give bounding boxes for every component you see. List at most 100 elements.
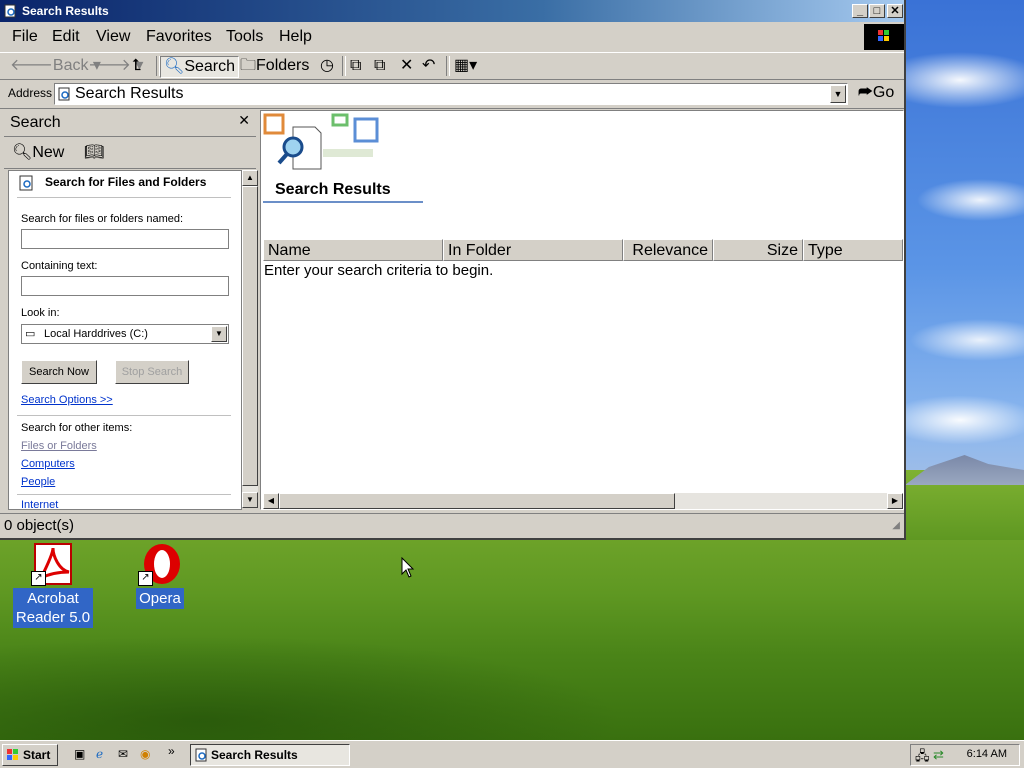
maximize-button[interactable]: □ bbox=[869, 4, 885, 18]
search-pane-toolbar: 🔍︎New 📖︎ bbox=[4, 138, 256, 169]
views-button[interactable]: ▦▾ bbox=[454, 56, 477, 76]
search-files-icon bbox=[19, 175, 33, 191]
clock[interactable]: 6:14 AM bbox=[967, 748, 1007, 760]
horizontal-scroll-thumb[interactable] bbox=[279, 493, 675, 509]
search-button[interactable]: 🔍︎Search bbox=[160, 56, 240, 78]
scroll-right-icon[interactable]: ▶ bbox=[887, 493, 903, 509]
resize-grip-icon[interactable]: ◢ bbox=[892, 520, 900, 531]
new-search-icon: 🔍︎ bbox=[12, 144, 33, 161]
look-in-select[interactable]: ▭ Local Harddrives (C:) ▼ bbox=[21, 324, 229, 344]
search-options-link[interactable]: Search Options >> bbox=[21, 394, 113, 406]
divider bbox=[17, 494, 231, 495]
search-pane-header: Search ✕ bbox=[4, 110, 256, 137]
address-input[interactable]: Search Results ▼ bbox=[54, 83, 848, 105]
menu-edit[interactable]: Edit bbox=[52, 28, 80, 46]
history-button[interactable]: ◷ bbox=[320, 56, 334, 76]
new-search-button[interactable]: 🔍︎New bbox=[12, 142, 64, 162]
stop-search-button[interactable]: Stop Search bbox=[115, 360, 189, 384]
network-icon[interactable]: 🖧 bbox=[915, 747, 930, 769]
minimize-button[interactable]: _ bbox=[852, 4, 868, 18]
search-window-icon bbox=[4, 4, 16, 18]
search-pane-title: Search bbox=[10, 114, 61, 131]
quick-launch-more-icon[interactable]: » bbox=[168, 744, 184, 760]
desktop-icon-label: Opera bbox=[136, 588, 184, 609]
divider bbox=[17, 197, 231, 198]
start-button[interactable]: Start bbox=[2, 744, 58, 766]
column-header-size[interactable]: Size bbox=[713, 239, 803, 261]
search-pane: Search ✕ 🔍︎New 📖︎ Search for Files and F… bbox=[4, 110, 258, 510]
column-header-in-folder[interactable]: In Folder bbox=[443, 239, 623, 261]
forward-arrow-icon: 🡒 bbox=[88, 57, 131, 74]
drive-icon: ▭ bbox=[25, 328, 36, 340]
scroll-left-icon[interactable]: ◀ bbox=[263, 493, 279, 509]
media-player-icon[interactable]: ◉ bbox=[140, 747, 156, 763]
desktop-icon-opera[interactable]: ↗ Opera bbox=[115, 542, 205, 609]
up-folder-button[interactable]: ⮤ bbox=[132, 56, 141, 76]
views-icon: ▦ bbox=[454, 57, 470, 74]
search-results-banner-icon bbox=[263, 113, 379, 170]
menu-help[interactable]: Help bbox=[279, 28, 312, 46]
files-or-folders-link[interactable]: Files or Folders bbox=[21, 440, 97, 452]
outlook-express-icon[interactable]: ✉ bbox=[118, 747, 134, 763]
folders-button[interactable]: 🗀Folders bbox=[240, 56, 309, 76]
menu-tools[interactable]: Tools bbox=[226, 28, 263, 46]
computers-link[interactable]: Computers bbox=[21, 458, 75, 470]
move-to-button[interactable]: ⧉ bbox=[350, 56, 361, 76]
taskbar-button-search-results[interactable]: Search Results bbox=[190, 744, 350, 766]
search-window-icon bbox=[195, 748, 207, 762]
copy-to-button[interactable]: ⧉ bbox=[374, 56, 385, 76]
taskbar-button-label: Search Results bbox=[211, 748, 298, 762]
containing-text-input[interactable] bbox=[21, 276, 229, 296]
column-header-type[interactable]: Type bbox=[803, 239, 903, 261]
search-now-button[interactable]: Search Now bbox=[21, 360, 97, 384]
results-horizontal-scrollbar[interactable]: ◀ ▶ bbox=[263, 493, 903, 509]
address-label: Address bbox=[8, 86, 53, 100]
window-title: Search Results bbox=[22, 4, 109, 18]
internet-link[interactable]: Internet bbox=[21, 499, 58, 509]
show-desktop-icon[interactable]: ▣ bbox=[74, 747, 90, 763]
filename-input[interactable] bbox=[21, 229, 229, 249]
close-pane-icon[interactable]: ✕ bbox=[238, 112, 250, 129]
menu-file[interactable]: File bbox=[12, 28, 38, 46]
menu-favorites[interactable]: Favorites bbox=[146, 28, 212, 46]
search-page-icon bbox=[58, 87, 70, 101]
windows-logo-icon bbox=[864, 24, 904, 50]
mouse-cursor-icon bbox=[401, 557, 415, 578]
acrobat-icon: ↗ bbox=[31, 542, 75, 586]
column-header-relevance[interactable]: Relevance bbox=[623, 239, 713, 261]
scroll-down-icon[interactable]: ▼ bbox=[242, 492, 258, 508]
up-folder-icon: ⮤ bbox=[132, 57, 142, 74]
status-bar: 0 object(s) ◢ bbox=[0, 513, 904, 538]
copy-to-icon: ⧉ bbox=[374, 57, 386, 74]
undo-button[interactable]: ↶ bbox=[422, 56, 435, 76]
close-button[interactable]: ✕ bbox=[887, 4, 903, 18]
scroll-up-icon[interactable]: ▲ bbox=[242, 170, 258, 186]
search-pane-scrollbar[interactable]: ▲ ▼ bbox=[242, 170, 258, 508]
internet-explorer-icon[interactable]: ℯ bbox=[96, 747, 112, 763]
column-header-name[interactable]: Name bbox=[263, 239, 443, 261]
shortcut-arrow-icon: ↗ bbox=[138, 571, 153, 586]
undo-icon: ↶ bbox=[422, 57, 436, 74]
desktop-icon-acrobat[interactable]: ↗ Acrobat Reader 5.0 bbox=[8, 542, 98, 628]
divider bbox=[17, 415, 231, 416]
containing-label: Containing text: bbox=[21, 260, 98, 272]
search-companion-button[interactable]: 📖︎ bbox=[84, 142, 104, 162]
folders-icon: 🗀 bbox=[240, 57, 257, 74]
scroll-thumb[interactable] bbox=[242, 186, 258, 486]
toolbar-separator bbox=[446, 56, 450, 76]
look-in-value: Local Harddrives (C:) bbox=[44, 328, 148, 340]
look-in-dropdown-button[interactable]: ▼ bbox=[211, 326, 227, 342]
shortcut-arrow-icon: ↗ bbox=[31, 571, 46, 586]
desktop-icon-label: Acrobat Reader 5.0 bbox=[12, 588, 94, 628]
title-bar[interactable]: Search Results _ □ ✕ bbox=[0, 0, 904, 22]
go-arrow-icon: ⮫ bbox=[858, 84, 873, 101]
go-button[interactable]: ⮫Go bbox=[858, 84, 894, 102]
safely-remove-icon[interactable]: ⇄ bbox=[933, 747, 944, 763]
move-to-icon: ⧉ bbox=[350, 57, 362, 74]
address-dropdown-button[interactable]: ▼ bbox=[830, 85, 846, 103]
back-arrow-icon: 🡐 bbox=[10, 57, 53, 74]
hill-shadow bbox=[0, 600, 1024, 750]
delete-button[interactable]: ✕ bbox=[400, 56, 413, 76]
people-link[interactable]: People bbox=[21, 476, 55, 488]
menu-view[interactable]: View bbox=[96, 28, 130, 46]
